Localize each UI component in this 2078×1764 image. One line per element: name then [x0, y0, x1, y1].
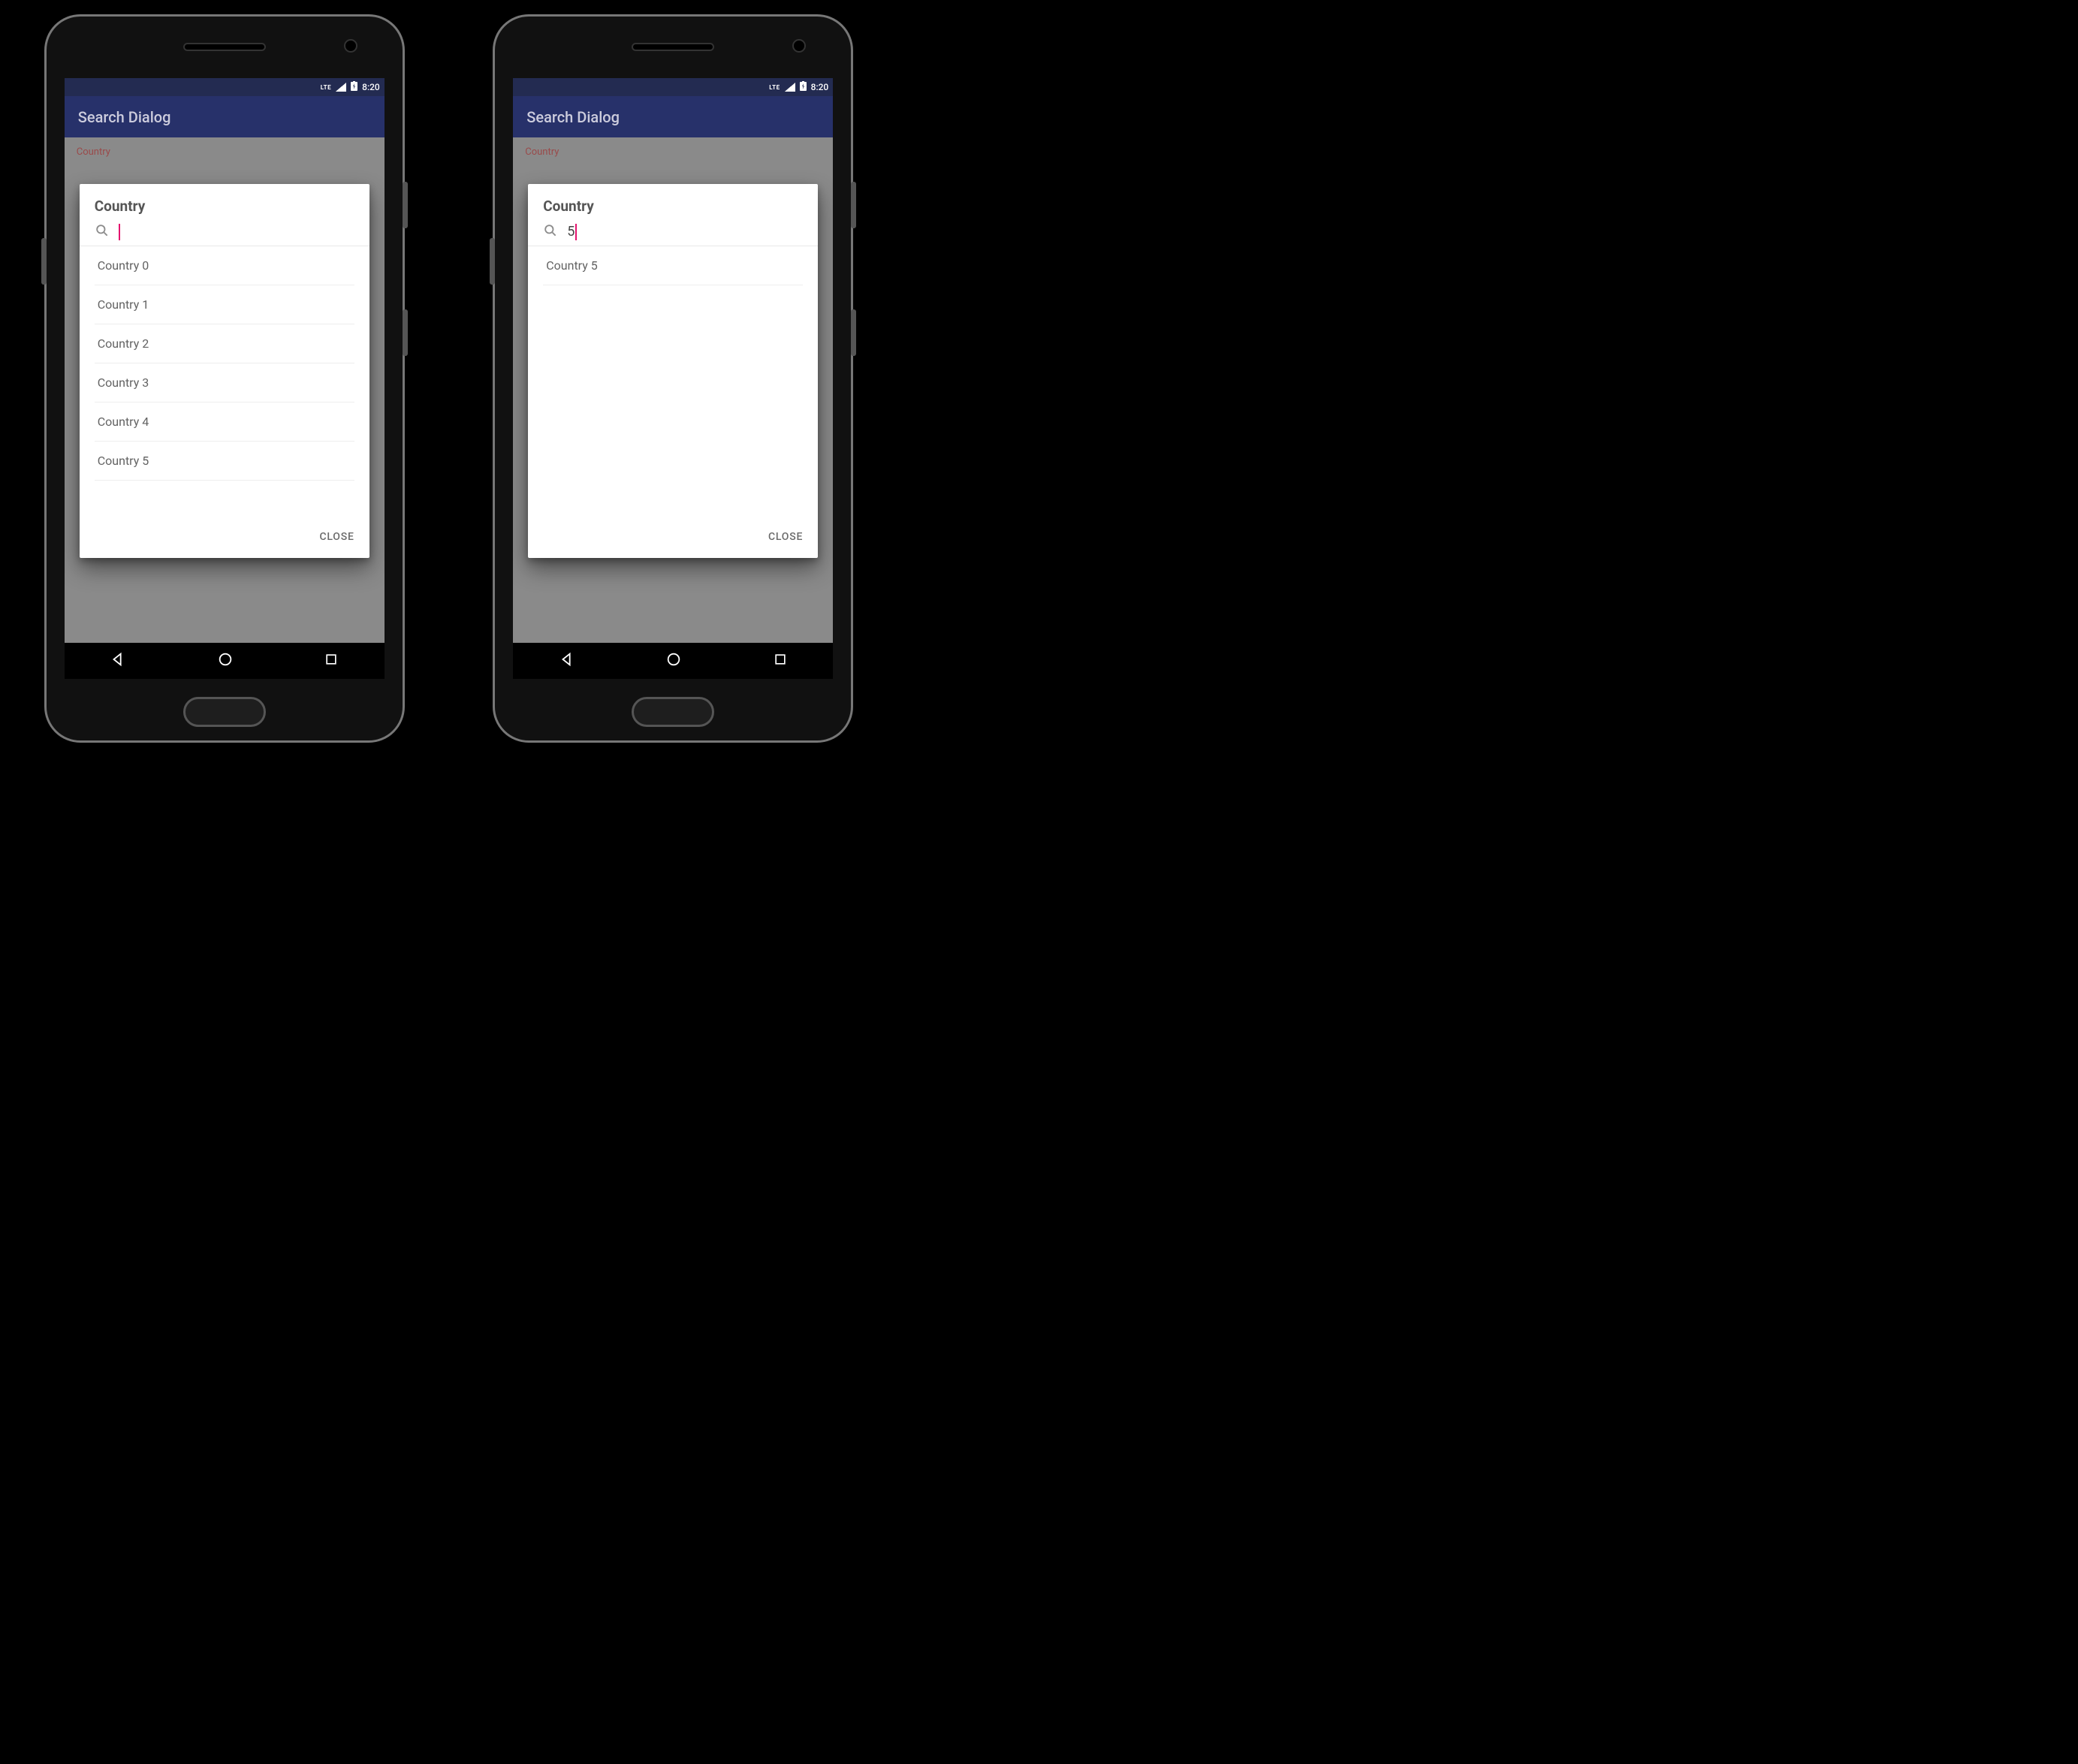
app-title: Search Dialog [526, 108, 620, 126]
nav-recent-icon[interactable] [324, 652, 339, 670]
phone-frame-left: LTE 8:20 Search Dialog Country Country [44, 14, 405, 743]
phone-camera [792, 39, 806, 53]
search-field[interactable] [567, 221, 803, 243]
list-item[interactable]: Country 4 [95, 403, 354, 442]
battery-charging-icon [800, 81, 807, 93]
status-time: 8:20 [362, 82, 380, 92]
phone-side-button [851, 182, 856, 228]
phone-side-button [403, 182, 408, 228]
status-bar: LTE 8:20 [513, 78, 833, 96]
android-nav-bar [513, 643, 833, 679]
close-button[interactable]: CLOSE [316, 526, 357, 547]
nav-back-icon[interactable] [110, 651, 126, 671]
close-button[interactable]: CLOSE [765, 526, 806, 547]
signal-icon [336, 83, 346, 92]
list-item[interactable]: Country 5 [95, 442, 354, 481]
content-area: Country Country Country 5 CLOSE [513, 137, 833, 643]
field-label-country[interactable]: Country [513, 137, 833, 167]
search-row [528, 218, 818, 246]
phone-speaker [183, 43, 266, 51]
phone-side-button [403, 309, 408, 356]
app-bar: Search Dialog [513, 96, 833, 137]
dialog-actions: CLOSE [80, 520, 369, 553]
phone-side-button [41, 238, 47, 285]
list-item[interactable]: Country 0 [95, 246, 354, 285]
phone-camera [344, 39, 357, 53]
nav-home-icon[interactable] [665, 651, 682, 671]
content-area: Country Country Country 0Country 1Countr… [65, 137, 385, 643]
status-bar: LTE 8:20 [65, 78, 385, 96]
results-list[interactable]: Country 5 [528, 246, 818, 520]
dialog-title: Country [528, 198, 818, 218]
nav-back-icon[interactable] [559, 651, 575, 671]
app-title: Search Dialog [78, 108, 171, 126]
nav-home-icon[interactable] [217, 651, 234, 671]
search-dialog: Country Country 0Country 1Country 2Count… [80, 184, 369, 558]
list-item[interactable]: Country 3 [95, 363, 354, 403]
phone-home-button[interactable] [632, 697, 714, 727]
phone-home-button[interactable] [183, 697, 266, 727]
search-input[interactable] [119, 221, 354, 243]
battery-charging-icon [351, 81, 357, 93]
list-item[interactable]: Country 2 [95, 324, 354, 363]
field-label-country[interactable]: Country [65, 137, 385, 167]
phone-speaker [632, 43, 714, 51]
status-time: 8:20 [811, 82, 829, 92]
search-row [80, 218, 369, 246]
app-bar: Search Dialog [65, 96, 385, 137]
dialog-actions: CLOSE [528, 520, 818, 553]
search-dialog: Country Country 5 CLOSE [528, 184, 818, 558]
search-input[interactable] [567, 221, 803, 243]
list-item[interactable]: Country 1 [95, 285, 354, 324]
list-item[interactable]: Country 5 [543, 246, 803, 285]
search-icon [95, 223, 110, 241]
results-list[interactable]: Country 0Country 1Country 2Country 3Coun… [80, 246, 369, 520]
nav-recent-icon[interactable] [773, 652, 788, 670]
android-nav-bar [65, 643, 385, 679]
signal-icon [785, 83, 795, 92]
phone-screen: LTE 8:20 Search Dialog Country Country [65, 78, 385, 679]
network-type-label: LTE [769, 84, 780, 91]
search-field[interactable] [119, 221, 354, 243]
phone-screen: LTE 8:20 Search Dialog Country Country [513, 78, 833, 679]
phone-side-button [490, 238, 495, 285]
phone-side-button [851, 309, 856, 356]
phone-frame-right: LTE 8:20 Search Dialog Country Country [493, 14, 853, 743]
search-icon [543, 223, 558, 241]
dialog-title: Country [80, 198, 369, 218]
network-type-label: LTE [321, 84, 331, 91]
